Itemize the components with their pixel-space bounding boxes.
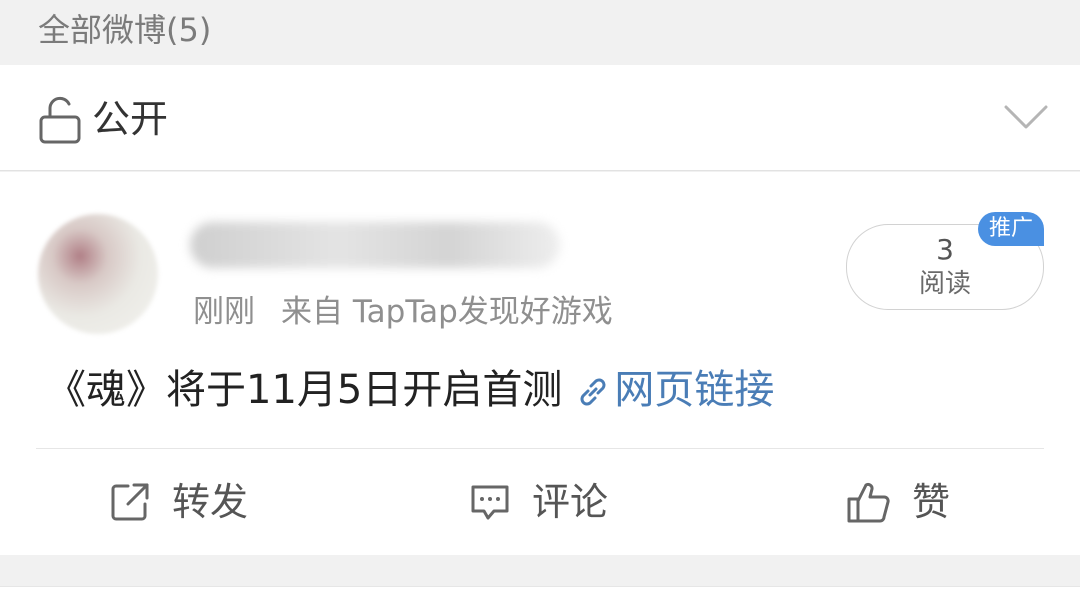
post-card: 刚刚 来自 TapTap发现好游戏 3 阅读 推广 《魂》将于11月5日开启首测网… xyxy=(0,172,1080,555)
divider xyxy=(36,448,1044,449)
section-title: 全部微博(5) xyxy=(38,11,212,49)
post-source[interactable]: 来自 TapTap发现好游戏 xyxy=(281,294,613,330)
avatar[interactable] xyxy=(38,214,158,334)
comment-label: 评论 xyxy=(532,480,609,524)
chevron-down-icon[interactable] xyxy=(1002,103,1050,131)
comment-icon xyxy=(471,485,509,520)
section-header: 全部微博(5) xyxy=(0,0,1080,64)
like-label: 赞 xyxy=(912,480,951,524)
repost-icon xyxy=(111,483,149,521)
post-meta: 刚刚 来自 TapTap发现好游戏 xyxy=(193,290,613,334)
like-button[interactable]: 赞 xyxy=(846,472,950,532)
read-label: 阅读 xyxy=(918,269,971,299)
link-icon xyxy=(580,378,606,406)
username-blurred[interactable] xyxy=(190,222,560,268)
post-content: 《魂》将于11月5日开启首测 网页链接 xyxy=(46,362,774,418)
repost-label: 转发 xyxy=(172,480,249,524)
unlock-icon xyxy=(39,96,81,144)
comment-button[interactable]: 评论 xyxy=(468,472,608,532)
web-link-label: 网页链接 xyxy=(614,367,775,413)
post-text: 《魂》将于11月5日开启首测 xyxy=(46,367,563,413)
promote-badge[interactable]: 推广 xyxy=(978,212,1044,246)
visibility-label: 公开 xyxy=(92,97,169,141)
post-time: 刚刚 xyxy=(193,294,255,330)
thumbs-up-icon xyxy=(847,482,890,523)
next-card-edge xyxy=(0,586,1080,608)
repost-button[interactable]: 转发 xyxy=(108,472,248,532)
web-link[interactable]: 网页链接 xyxy=(574,367,774,413)
visibility-selector[interactable]: 公开 xyxy=(0,65,1080,171)
